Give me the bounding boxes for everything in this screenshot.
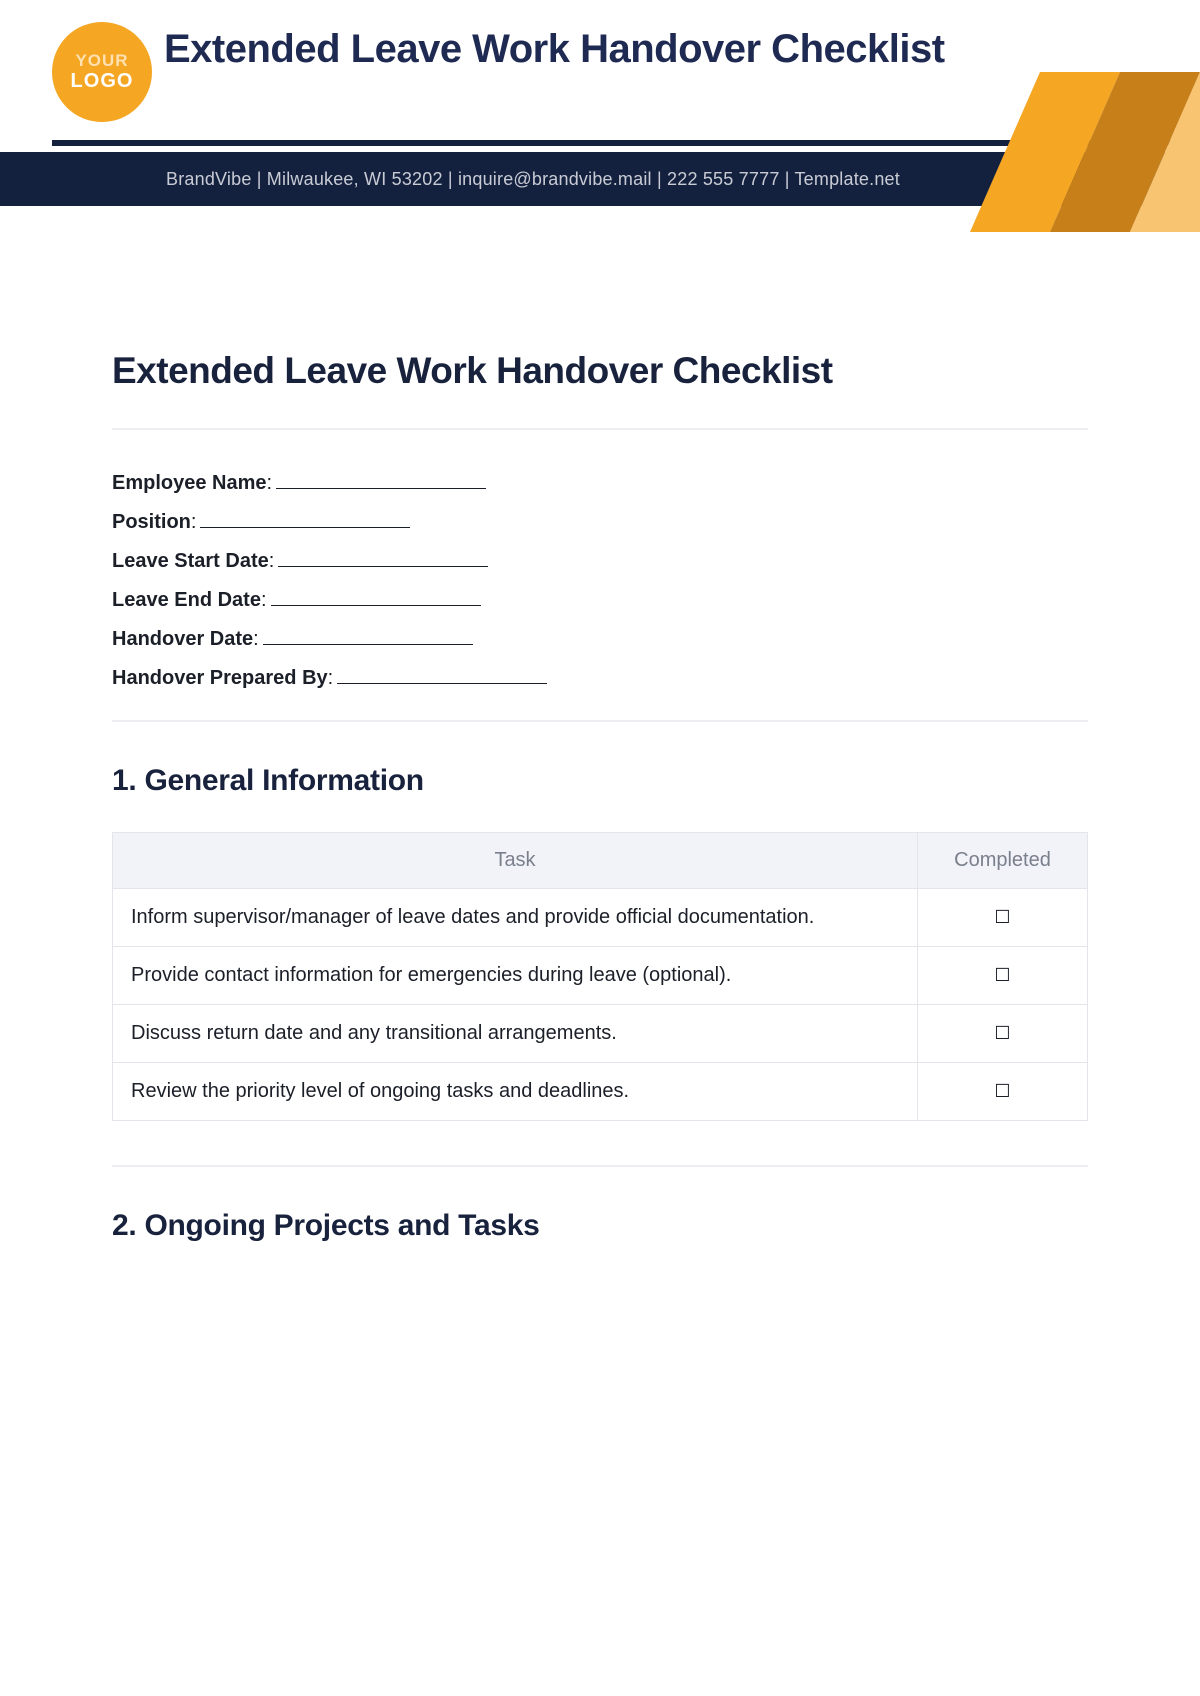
blank-input[interactable] — [200, 514, 410, 528]
checkbox-icon[interactable]: ☐ — [994, 966, 1010, 984]
field-label: Leave End Date — [112, 589, 261, 611]
blank-input[interactable] — [278, 553, 488, 567]
field-employee-name: Employee Name: — [112, 472, 1088, 495]
completed-cell: ☐ — [918, 1005, 1088, 1063]
banner-rule — [52, 140, 1200, 146]
divider — [112, 720, 1088, 722]
employee-fields: Employee Name: Position: Leave Start Dat… — [112, 472, 1088, 690]
banner-text: BrandVibe | Milwaukee, WI 53202 | inquir… — [166, 169, 900, 190]
document-header: YOUR LOGO Extended Leave Work Handover C… — [0, 0, 1200, 230]
completed-cell: ☐ — [918, 947, 1088, 1005]
divider — [112, 1165, 1088, 1167]
field-leave-end-date: Leave End Date: — [112, 589, 1088, 612]
logo-line-2: LOGO — [71, 70, 134, 92]
table-row: Discuss return date and any transitional… — [113, 1005, 1088, 1063]
checkbox-icon[interactable]: ☐ — [994, 1024, 1010, 1042]
col-header-task: Task — [113, 833, 918, 889]
field-position: Position: — [112, 511, 1088, 534]
blank-input[interactable] — [263, 631, 473, 645]
field-handover-date: Handover Date: — [112, 628, 1088, 651]
task-cell: Provide contact information for emergenc… — [113, 947, 918, 1005]
field-label: Leave Start Date — [112, 550, 269, 572]
page-title: Extended Leave Work Handover Checklist — [112, 350, 1088, 392]
field-label: Handover Date — [112, 628, 253, 650]
completed-cell: ☐ — [918, 1063, 1088, 1121]
table-row: Inform supervisor/manager of leave dates… — [113, 889, 1088, 947]
field-label: Handover Prepared By — [112, 667, 328, 689]
checkbox-icon[interactable]: ☐ — [994, 1082, 1010, 1100]
banner-bar: BrandVibe | Milwaukee, WI 53202 | inquir… — [0, 152, 1200, 206]
blank-input[interactable] — [276, 475, 486, 489]
checkbox-icon[interactable]: ☐ — [994, 908, 1010, 926]
logo-placeholder: YOUR LOGO — [52, 22, 152, 122]
field-handover-prepared-by: Handover Prepared By: — [112, 667, 1088, 690]
table-row: Provide contact information for emergenc… — [113, 947, 1088, 1005]
field-label: Position — [112, 511, 191, 533]
section-heading-ongoing-projects: 2. Ongoing Projects and Tasks — [112, 1209, 1088, 1243]
blank-input[interactable] — [271, 592, 481, 606]
task-cell: Review the priority level of ongoing tas… — [113, 1063, 918, 1121]
document-body: Extended Leave Work Handover Checklist E… — [0, 230, 1200, 1243]
header-title: Extended Leave Work Handover Checklist — [164, 26, 1100, 72]
field-leave-start-date: Leave Start Date: — [112, 550, 1088, 573]
divider — [112, 428, 1088, 430]
task-cell: Inform supervisor/manager of leave dates… — [113, 889, 918, 947]
col-header-completed: Completed — [918, 833, 1088, 889]
blank-input[interactable] — [337, 670, 547, 684]
logo-line-1: YOUR — [75, 52, 128, 71]
table-row: Review the priority level of ongoing tas… — [113, 1063, 1088, 1121]
task-cell: Discuss return date and any transitional… — [113, 1005, 918, 1063]
checklist-table-general-info: Task Completed Inform supervisor/manager… — [112, 832, 1088, 1121]
completed-cell: ☐ — [918, 889, 1088, 947]
field-label: Employee Name — [112, 472, 267, 494]
section-heading-general-info: 1. General Information — [112, 764, 1088, 798]
